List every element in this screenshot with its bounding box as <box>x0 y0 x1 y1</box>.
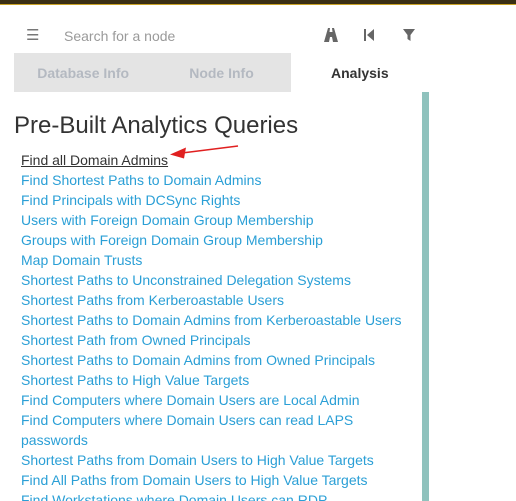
query-da-from-kerberoastable[interactable]: Shortest Paths to Domain Admins from Ker… <box>21 310 416 330</box>
query-all-paths-domain-users-hvt[interactable]: Find All Paths from Domain Users to High… <box>21 470 416 490</box>
query-domain-users-read-laps[interactable]: Find Computers where Domain Users can re… <box>21 410 416 450</box>
query-high-value-targets[interactable]: Shortest Paths to High Value Targets <box>21 370 416 390</box>
scrollbar[interactable] <box>422 92 429 501</box>
search-panel: ☰ Database Info Node Info Analysis Pre-B… <box>14 19 429 501</box>
tab-database-info[interactable]: Database Info <box>14 53 153 92</box>
window-top-accent <box>0 4 516 5</box>
annotation-arrow-icon <box>170 145 239 159</box>
tab-analysis[interactable]: Analysis <box>290 53 429 92</box>
query-groups-foreign-group-membership[interactable]: Groups with Foreign Domain Group Members… <box>21 230 416 250</box>
query-shortest-paths-domain-admins[interactable]: Find Shortest Paths to Domain Admins <box>21 170 416 190</box>
query-users-foreign-group-membership[interactable]: Users with Foreign Domain Group Membersh… <box>21 210 416 230</box>
search-bar: ☰ <box>14 19 429 53</box>
query-map-domain-trusts[interactable]: Map Domain Trusts <box>21 250 416 270</box>
back-icon[interactable] <box>360 26 378 44</box>
query-path-from-owned[interactable]: Shortest Path from Owned Principals <box>21 330 416 350</box>
query-domain-users-to-hvt[interactable]: Shortest Paths from Domain Users to High… <box>21 450 416 470</box>
menu-icon[interactable]: ☰ <box>26 26 40 46</box>
query-domain-users-local-admin[interactable]: Find Computers where Domain Users are Lo… <box>21 390 416 410</box>
search-input[interactable] <box>54 24 334 48</box>
query-paths-from-kerberoastable[interactable]: Shortest Paths from Kerberoastable Users <box>21 290 416 310</box>
tab-node-info[interactable]: Node Info <box>152 53 291 92</box>
filter-icon[interactable] <box>400 26 418 44</box>
query-workstations-rdp[interactable]: Find Workstations where Domain Users can… <box>21 490 416 501</box>
query-unconstrained-delegation[interactable]: Shortest Paths to Unconstrained Delegati… <box>21 270 416 290</box>
pathfinding-icon[interactable] <box>322 26 340 44</box>
page-title: Pre-Built Analytics Queries <box>14 112 299 139</box>
tab-bar: Database Info Node Info Analysis <box>14 53 429 92</box>
query-list: Find all Domain Admins Find Shortest Pat… <box>21 150 416 501</box>
query-da-from-owned[interactable]: Shortest Paths to Domain Admins from Own… <box>21 350 416 370</box>
query-dcsync-principals[interactable]: Find Principals with DCSync Rights <box>21 190 416 210</box>
